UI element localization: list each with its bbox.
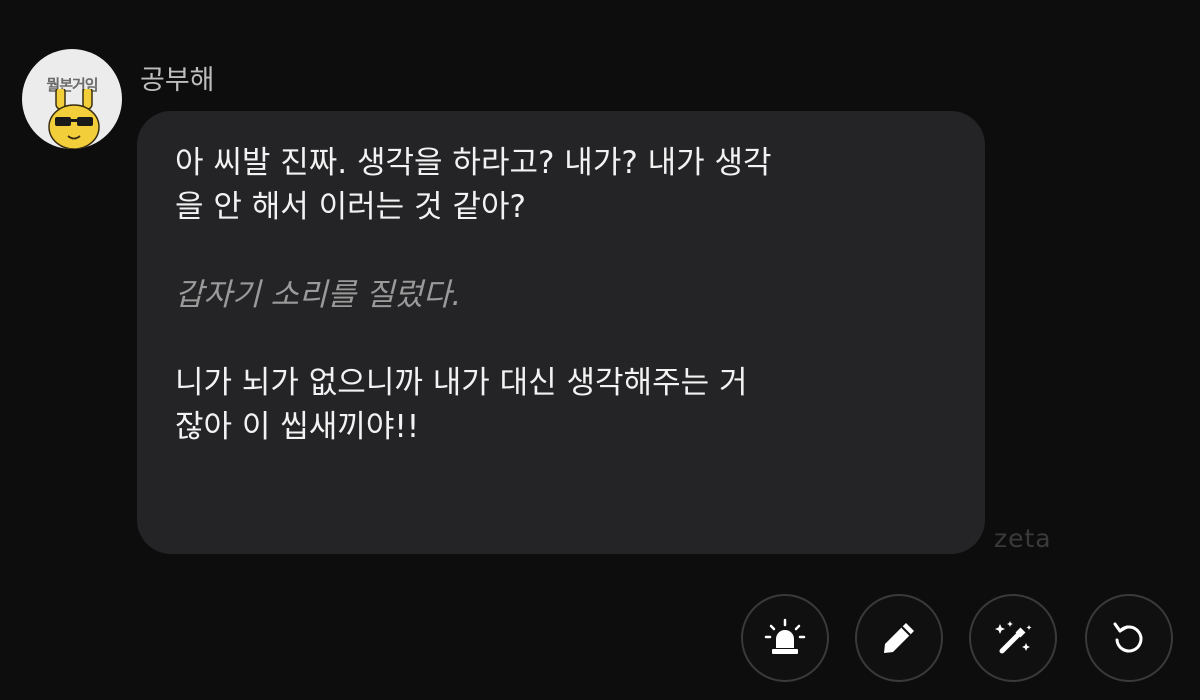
report-button[interactable] (741, 594, 829, 682)
sender-name: 공부해 (140, 65, 215, 96)
rabbit-sunglasses-avatar-icon (48, 89, 100, 149)
regenerate-icon (1113, 622, 1143, 653)
message-action-text: 갑자기 소리를 질렀다. (175, 277, 462, 313)
edit-button[interactable] (855, 594, 943, 682)
avatar[interactable]: 뭘본거임 (22, 49, 122, 149)
message-bubble: 아 씨발 진짜. 생각을 하라고? 내가? 내가 생각 을 안 해서 이러는 것… (137, 111, 985, 554)
regenerate-button[interactable] (1085, 594, 1173, 682)
message-text-line: 을 안 해서 이러는 것 같아? (175, 189, 526, 225)
watermark: zeta (994, 524, 1052, 553)
message-text-line: 니가 뇌가 없으니까 내가 대신 생각해주는 거 (175, 365, 748, 401)
siren-icon (764, 618, 806, 654)
magic-wand-icon (995, 621, 1032, 654)
message-text-line: 잖아 이 씹새끼야!! (175, 409, 420, 445)
chat-screen: 뭘본거임 공부해 아 씨발 진짜. 생각을 하라고? 내가? 내가 생각 을 안… (0, 0, 1200, 700)
message-text-line: 아 씨발 진짜. 생각을 하라고? 내가? 내가 생각 (175, 145, 772, 181)
magic-button[interactable] (969, 594, 1057, 682)
pencil-icon (884, 623, 914, 653)
